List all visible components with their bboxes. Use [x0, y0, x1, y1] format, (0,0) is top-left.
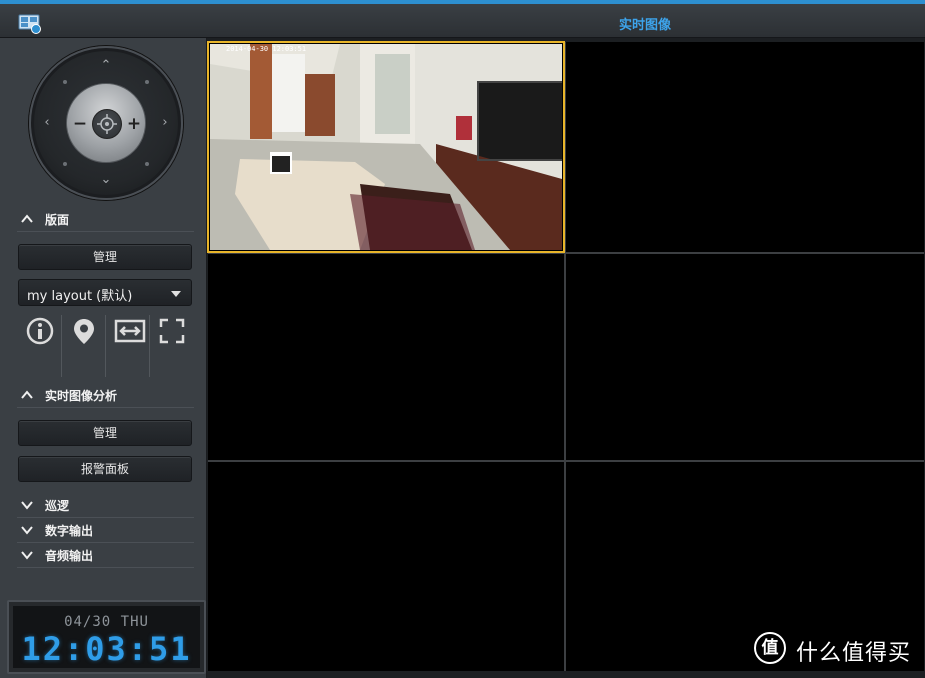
fit-width-icon: [114, 319, 146, 343]
digital-clock: 04/30 THU 12:03:51: [7, 600, 206, 674]
fullscreen-button[interactable]: [150, 315, 194, 377]
crosshair-icon: [97, 114, 117, 134]
camera-cell-1[interactable]: 2014-04-30 12:03:51: [207, 41, 565, 253]
camera-cell-2[interactable]: [566, 42, 924, 252]
audio-output-section-label: 音频输出: [45, 549, 94, 563]
control-sidebar: ⌃ ⌄ ‹ › − + 版面 管理 my layout (默认) 实时图像分析 …: [0, 38, 207, 678]
window-title: 实时图像: [618, 18, 671, 33]
chevron-down-icon: [171, 291, 181, 297]
chevron-down-icon: [21, 526, 33, 535]
ptz-diagonal-dot[interactable]: [145, 162, 149, 166]
alarm-panel-button[interactable]: 报警面板: [18, 456, 192, 482]
digital-output-section-header[interactable]: 数字输出: [17, 519, 194, 543]
zoom-in-icon[interactable]: +: [126, 116, 142, 133]
layout-section-header[interactable]: 版面: [17, 208, 194, 232]
chevron-up-icon: [21, 390, 33, 399]
ptz-control[interactable]: ⌃ ⌄ ‹ › − +: [29, 46, 183, 200]
camera-cell-4[interactable]: [566, 254, 924, 460]
ptz-diagonal-dot[interactable]: [63, 80, 67, 84]
analytics-manage-button[interactable]: 管理: [18, 420, 192, 446]
ptz-left-icon[interactable]: ‹: [39, 115, 55, 131]
ptz-home-button[interactable]: [92, 109, 122, 139]
clock-time: 12:03:51: [21, 630, 192, 668]
ptz-down-icon[interactable]: ⌄: [98, 172, 114, 188]
fullscreen-icon: [159, 318, 185, 344]
zoom-out-icon[interactable]: −: [72, 116, 88, 133]
map-button[interactable]: [62, 315, 106, 377]
ptz-diagonal-dot[interactable]: [145, 80, 149, 84]
patrol-section-header[interactable]: 巡逻: [17, 494, 194, 518]
ptz-up-icon[interactable]: ⌃: [98, 58, 114, 74]
ptz-diagonal-dot[interactable]: [63, 162, 67, 166]
clock-date: 04/30 THU: [64, 614, 149, 630]
analytics-section-label: 实时图像分析: [45, 389, 118, 403]
chevron-up-icon: [21, 214, 33, 223]
layout-select[interactable]: my layout (默认): [18, 279, 192, 306]
ptz-zoom-ring[interactable]: − +: [66, 83, 146, 163]
chevron-down-icon: [21, 551, 33, 560]
layout-select-value: my layout (默认): [27, 289, 133, 304]
camera-feed-living-room[interactable]: 2014-04-30 12:03:51: [210, 44, 562, 250]
digital-output-section-label: 数字输出: [45, 524, 94, 538]
watermark-logo: 值: [754, 632, 786, 664]
map-pin-icon: [74, 319, 94, 344]
live-view-app-icon[interactable]: [18, 14, 42, 34]
camera-cell-5[interactable]: [208, 462, 564, 671]
layout-manage-button[interactable]: 管理: [18, 244, 192, 270]
info-button[interactable]: [18, 315, 62, 377]
live-view-grid: 2014-04-30 12:03:51: [207, 41, 924, 671]
title-bar: 实时图像: [0, 4, 925, 38]
camera-osd-timestamp: 2014-04-30 12:03:51: [226, 45, 307, 53]
analytics-section-header[interactable]: 实时图像分析: [17, 384, 194, 408]
watermark: 值 什么值得买: [752, 628, 920, 672]
camera-cell-3[interactable]: [208, 254, 564, 460]
fit-width-button[interactable]: [106, 315, 150, 377]
audio-output-section-header[interactable]: 音频输出: [17, 544, 194, 568]
watermark-text: 什么值得买: [796, 641, 912, 666]
info-icon: [26, 317, 54, 345]
patrol-section-label: 巡逻: [45, 499, 70, 513]
layout-section-label: 版面: [45, 213, 70, 227]
living-room-snapshot: [210, 44, 562, 250]
ptz-right-icon[interactable]: ›: [157, 115, 173, 131]
chevron-down-icon: [21, 501, 33, 510]
